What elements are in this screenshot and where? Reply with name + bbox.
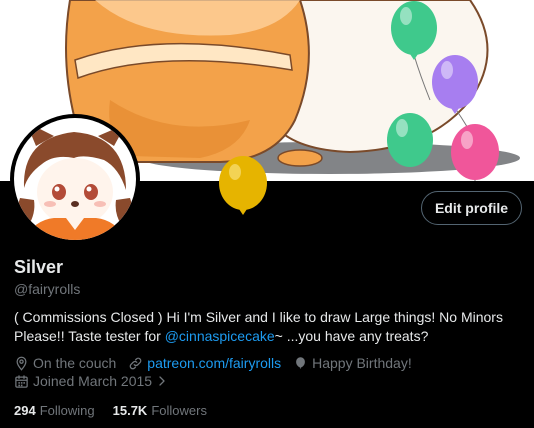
avatar[interactable] <box>10 114 140 244</box>
followers-link[interactable]: 15.7K Followers <box>113 403 207 418</box>
balloon-icon <box>296 356 305 369</box>
following-label: Following <box>39 403 95 418</box>
following-count: 294 <box>14 403 36 418</box>
location-item: On the couch <box>14 355 116 371</box>
location-pin-icon <box>16 356 27 371</box>
bio-mention-link[interactable]: @cinnaspicecake <box>165 328 275 344</box>
follow-stats: 294 Following 15.7K Followers <box>14 403 225 418</box>
username-handle: @fairyrolls <box>14 281 81 297</box>
chevron-right-icon <box>159 376 165 386</box>
birthday-text: Happy Birthday! <box>312 355 412 371</box>
display-name: Silver <box>14 257 64 277</box>
joined-text: Joined March 2015 <box>33 373 153 389</box>
joined-item[interactable]: Joined March 2015 <box>14 373 168 389</box>
calendar-icon <box>15 374 28 388</box>
followers-label: Followers <box>151 403 207 418</box>
website-link[interactable]: patreon.com/fairyrolls <box>147 355 281 371</box>
following-link[interactable]: 294 Following <box>14 403 95 418</box>
link-icon <box>130 357 142 369</box>
edit-profile-button[interactable]: Edit profile <box>421 191 522 225</box>
profile-meta-row: On the couch patreon.com/fairyrolls Happ… <box>14 355 424 371</box>
profile-page: Edit profile Silver @fairyrolls ( Commis… <box>0 0 534 428</box>
balloon-pink <box>451 124 499 180</box>
followers-count: 15.7K <box>112 403 148 418</box>
bio-text-2: ~ ...you have any treats? <box>274 328 429 344</box>
birthday-item: Happy Birthday! <box>293 355 412 371</box>
profile-joined-row[interactable]: Joined March 2015 <box>14 373 180 389</box>
location-text: On the couch <box>33 355 117 371</box>
profile-bio: ( Commissions Closed ) Hi I'm Silver and… <box>14 308 514 346</box>
avatar-artwork <box>14 118 136 240</box>
balloon-yellow <box>219 156 267 215</box>
website-item: patreon.com/fairyrolls <box>128 355 281 371</box>
balloon-green-bottom <box>387 113 433 167</box>
